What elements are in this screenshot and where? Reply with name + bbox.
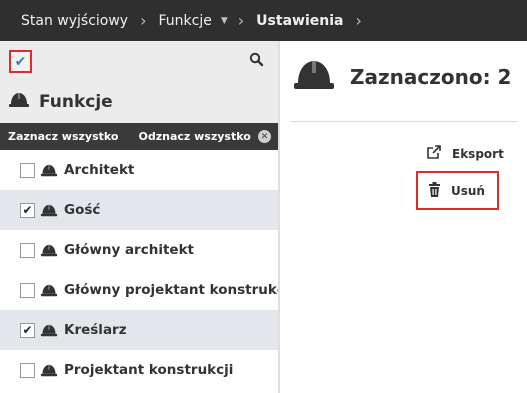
list-item[interactable]: Główny projektant konstrukcji: [0, 270, 280, 310]
hardhat-icon: [40, 204, 58, 217]
panel-title: Funkcje: [0, 81, 278, 123]
list-item-label: Projektant konstrukcji: [64, 362, 234, 378]
hardhat-icon: [40, 324, 58, 337]
checkbox-unchecked[interactable]: [20, 162, 35, 178]
hardhat-icon: [40, 284, 58, 297]
list-item[interactable]: Architekt: [0, 150, 278, 190]
list-item[interactable]: Projektant konstrukcji: [0, 350, 278, 390]
hardhat-icon: [292, 59, 336, 95]
close-icon[interactable]: ✕: [258, 130, 271, 143]
checkbox-unchecked[interactable]: [20, 362, 35, 378]
trash-icon: [428, 181, 441, 200]
panel-title-text: Funkcje: [39, 92, 113, 112]
caret-down-icon[interactable]: ▼: [221, 16, 228, 26]
chevron-right-icon: ›: [140, 11, 147, 30]
breadcrumb-item-start[interactable]: Stan wyjściowy: [21, 13, 128, 29]
checkmark-icon: ✔: [14, 53, 27, 70]
hardhat-icon: [40, 164, 58, 177]
list-item[interactable]: ✔ Kreślarz: [0, 310, 278, 350]
breadcrumb: Stan wyjściowy › Funkcje ▼ › Ustawienia …: [0, 0, 527, 41]
divider: [290, 121, 518, 122]
selection-count-title: Zaznaczono: 2: [350, 65, 512, 89]
hardhat-icon: [8, 92, 30, 112]
functions-list-panel: ✔ Funkcje Zaznacz wszystko Odznacz wszys…: [0, 41, 280, 393]
list-item-label: Główny projektant konstrukcji: [64, 282, 280, 298]
list-item-label: Kreślarz: [64, 322, 127, 338]
delete-label: Usuń: [451, 183, 485, 198]
deselect-all-button[interactable]: Odznacz wszystko: [138, 130, 250, 143]
checkbox-unchecked[interactable]: [20, 282, 35, 298]
checkbox-checked[interactable]: ✔: [20, 322, 35, 338]
checkmark-icon: ✔: [22, 203, 33, 217]
checkmark-icon: ✔: [22, 323, 33, 337]
list-item-label: Główny architekt: [64, 242, 194, 258]
list-item-label: Gość: [64, 202, 101, 218]
breadcrumb-item-settings[interactable]: Ustawienia: [256, 13, 343, 29]
list-item[interactable]: Główny architekt: [0, 230, 278, 270]
functions-list: Architekt ✔ Gość Główny architekt Główny…: [0, 150, 280, 390]
delete-button[interactable]: Usuń: [416, 171, 499, 210]
list-item-label: Architekt: [64, 162, 135, 178]
breadcrumb-item-functions[interactable]: Funkcje: [159, 13, 212, 29]
multi-select-toggle-button[interactable]: ✔: [9, 50, 32, 73]
chevron-right-icon: ›: [355, 11, 362, 30]
list-toolbar: ✔: [0, 41, 278, 81]
hardhat-icon: [40, 244, 58, 257]
list-item[interactable]: ✔ Gość: [0, 190, 278, 230]
selection-header: Zaznaczono: 2: [292, 59, 511, 95]
selection-bar: Zaznacz wszystko Odznacz wszystko ✕: [0, 123, 278, 150]
export-button[interactable]: Eksport: [426, 144, 504, 163]
search-icon[interactable]: [248, 51, 266, 69]
selection-detail-panel: Zaznaczono: 2 Eksport Usuń: [282, 41, 527, 393]
hardhat-icon: [40, 364, 58, 377]
chevron-right-icon: ›: [237, 11, 245, 30]
checkbox-checked[interactable]: ✔: [20, 202, 35, 218]
select-all-button[interactable]: Zaznacz wszystko: [8, 130, 118, 143]
checkbox-unchecked[interactable]: [20, 242, 35, 258]
export-label: Eksport: [452, 146, 504, 161]
external-link-icon: [426, 144, 442, 163]
